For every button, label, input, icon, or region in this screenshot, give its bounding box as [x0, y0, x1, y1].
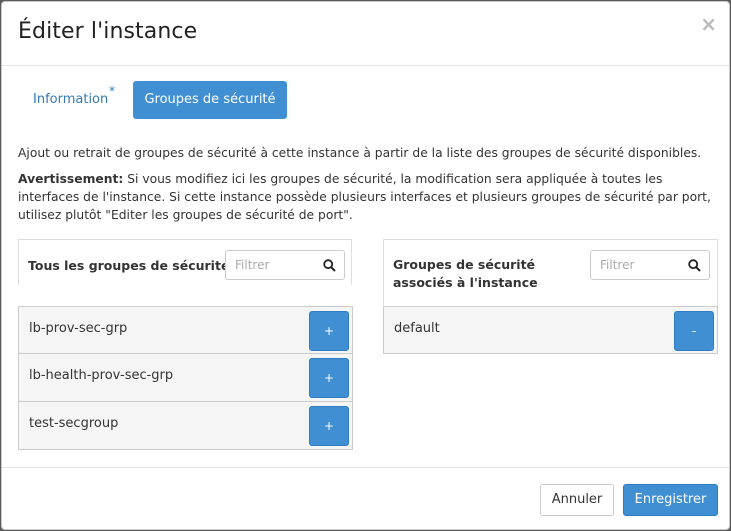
- available-groups-title: Tous les groupes de sécurité: [28, 258, 230, 273]
- available-groups-list: lb-prov-sec-grp + lb-health-prov-sec-grp…: [18, 306, 353, 450]
- list-item: lb-health-prov-sec-grp +: [18, 354, 353, 402]
- add-group-button[interactable]: +: [309, 358, 349, 398]
- tab-information-label: Information: [33, 92, 109, 107]
- list-item: lb-prov-sec-grp +: [18, 306, 353, 354]
- modal-header: Éditer l'instance ×: [2, 2, 729, 66]
- available-groups-header: Tous les groupes de sécurité: [18, 239, 352, 285]
- description-text: Ajout ou retrait de groupes de sécurité …: [18, 146, 702, 160]
- assigned-filter: [590, 250, 710, 280]
- search-icon[interactable]: [323, 259, 336, 272]
- available-filter-input[interactable]: [226, 251, 318, 279]
- assigned-groups-header: Groupes de sécurité associés à l'instanc…: [383, 239, 718, 307]
- available-filter: [225, 250, 345, 280]
- warning-label: Avertissement:: [18, 172, 124, 186]
- modal-footer: Annuler Enregistrer: [2, 467, 729, 529]
- group-name: lb-health-prov-sec-grp: [29, 368, 174, 383]
- list-item: test-secgroup +: [18, 402, 353, 450]
- add-group-button[interactable]: +: [309, 311, 349, 351]
- group-name: test-secgroup: [29, 416, 119, 431]
- close-icon[interactable]: ×: [700, 14, 717, 34]
- warning-text: Avertissement: Si vous modifiez ici les …: [18, 170, 721, 224]
- search-icon[interactable]: [688, 259, 701, 272]
- add-group-button[interactable]: +: [309, 406, 349, 446]
- list-item: default -: [383, 306, 718, 354]
- group-name: default: [394, 321, 440, 336]
- remove-group-button[interactable]: -: [674, 311, 714, 351]
- modal-title: Éditer l'instance: [18, 19, 198, 44]
- group-name: lb-prov-sec-grp: [29, 321, 128, 336]
- assigned-filter-input[interactable]: [591, 251, 683, 279]
- cancel-button[interactable]: Annuler: [540, 484, 614, 516]
- save-button[interactable]: Enregistrer: [623, 484, 718, 516]
- required-marker: *: [109, 84, 115, 98]
- tab-information[interactable]: Information *: [18, 81, 128, 119]
- edit-instance-modal: Éditer l'instance × Information * Groupe…: [1, 1, 730, 530]
- assigned-groups-title: Groupes de sécurité associés à l'instanc…: [393, 257, 538, 290]
- tab-security-groups[interactable]: Groupes de sécurité: [133, 81, 287, 119]
- assigned-groups-list: default -: [383, 306, 718, 354]
